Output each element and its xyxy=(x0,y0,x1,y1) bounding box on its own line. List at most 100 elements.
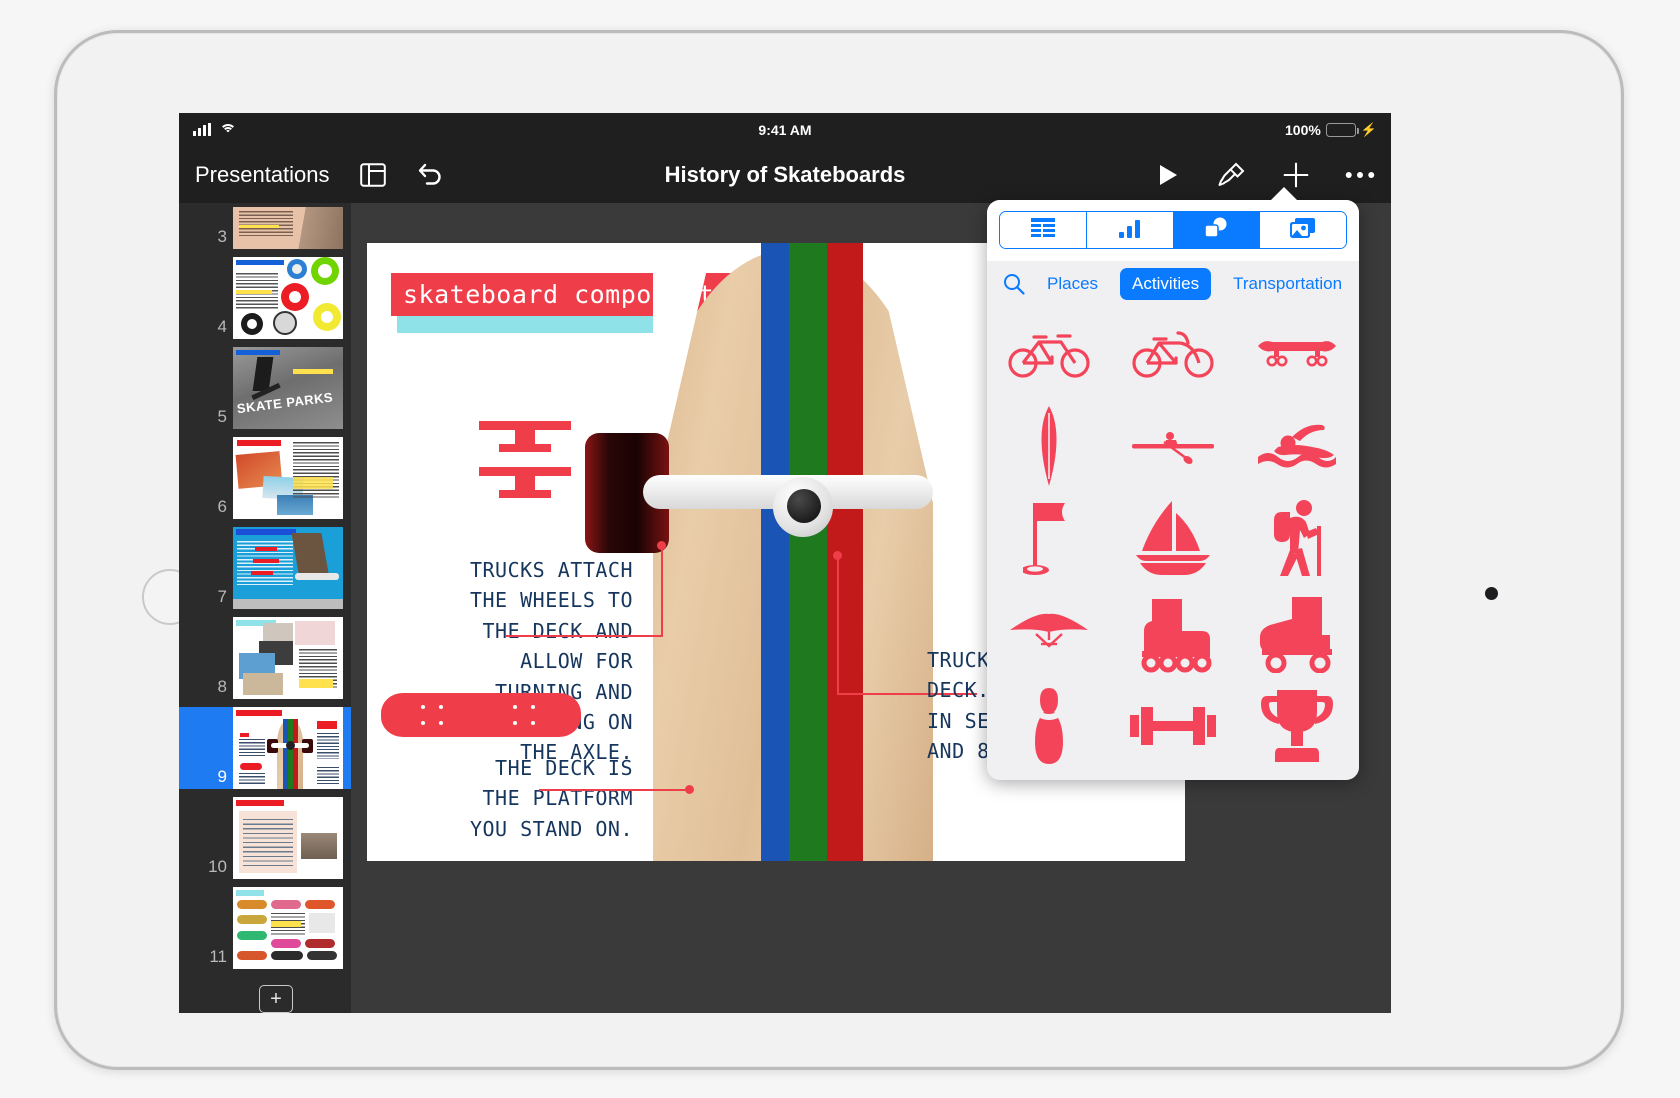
list-item[interactable]: 7 xyxy=(179,527,351,609)
callout-line-deck-h xyxy=(539,789,689,791)
slide-thumbnail[interactable] xyxy=(233,257,343,339)
roller-skate-icon xyxy=(1258,593,1336,678)
segment-media[interactable] xyxy=(1260,212,1346,248)
format-paintbrush-icon[interactable] xyxy=(1217,160,1247,190)
list-item[interactable]: 10 xyxy=(179,797,351,879)
shape-sailboat[interactable] xyxy=(1111,495,1235,588)
segment-table[interactable] xyxy=(1000,212,1087,248)
slide-number: 8 xyxy=(217,677,227,696)
bowling-pin-icon xyxy=(1029,686,1069,771)
slide-thumbnail[interactable] xyxy=(233,207,343,249)
category-transportation[interactable]: Transportation xyxy=(1221,268,1354,300)
ipad-screen: 9:41 AM 100% ⚡ Presentations History of … xyxy=(179,113,1391,1013)
shape-rowing-scull[interactable] xyxy=(1111,402,1235,495)
dumbbell-icon xyxy=(1130,703,1216,754)
deck-stripe-green xyxy=(789,243,827,861)
insert-type-segmented-control[interactable] xyxy=(999,211,1347,249)
slide-thumbnail[interactable] xyxy=(233,887,343,969)
callout-line-bolts-v xyxy=(837,555,839,695)
list-item[interactable]: 3 xyxy=(179,203,351,249)
slide-layout-icon[interactable] xyxy=(358,160,388,190)
slide-navigator[interactable]: 3 4 5 SKATE PARKS 6 7 8 9 10 11 + xyxy=(179,203,351,1013)
slide-thumbnail[interactable] xyxy=(233,527,343,609)
shape-bowling-pin[interactable] xyxy=(987,682,1111,775)
popover-arrow xyxy=(1269,187,1299,202)
shape-dumbbell[interactable] xyxy=(1111,682,1235,775)
undo-icon[interactable] xyxy=(416,160,446,190)
mini-deck-hole-8 xyxy=(531,721,535,725)
shape-city-bicycle[interactable] xyxy=(1111,309,1235,402)
surfboard-icon xyxy=(1032,405,1066,492)
slide-number: 6 xyxy=(217,497,227,516)
shape-inline-skate[interactable] xyxy=(1111,589,1235,682)
deck-stripe-red xyxy=(827,243,863,861)
callout-dot-truck xyxy=(657,541,666,550)
insert-popover[interactable]: Places Activities Transportation xyxy=(987,200,1359,780)
segment-chart[interactable] xyxy=(1086,212,1174,248)
category-places[interactable]: Places xyxy=(1035,268,1110,300)
deck-stripe-blue xyxy=(761,243,789,861)
deck-description[interactable]: THE DECK IS THE PLATFORM YOU STAND ON. xyxy=(403,753,633,844)
toolbar-left-group: Presentations xyxy=(195,160,446,190)
shape-skateboard[interactable] xyxy=(1235,309,1359,402)
truck-icon-graphic xyxy=(479,419,571,507)
back-to-presentations-button[interactable]: Presentations xyxy=(195,162,330,188)
list-item[interactable]: 4 xyxy=(179,257,351,339)
front-camera xyxy=(1485,587,1498,600)
list-item[interactable]: 6 xyxy=(179,437,351,519)
swimmer-icon xyxy=(1256,421,1338,476)
slide-number: 7 xyxy=(217,587,227,606)
table-icon xyxy=(1030,217,1055,243)
slide-thumbnail[interactable] xyxy=(233,707,343,789)
list-item[interactable]: 11 xyxy=(179,887,351,969)
status-bar-time: 9:41 AM xyxy=(758,121,812,138)
shape-trophy[interactable] xyxy=(1235,682,1359,775)
add-slide-button[interactable]: + xyxy=(259,985,293,1013)
slide-number: 4 xyxy=(217,317,227,336)
shape-road-bicycle[interactable] xyxy=(987,309,1111,402)
segment-shapes[interactable] xyxy=(1173,212,1261,248)
toolbar-right-group xyxy=(1153,160,1375,190)
shape-hang-glider[interactable] xyxy=(987,589,1111,682)
app-toolbar: Presentations History of Skateboards xyxy=(179,146,1391,203)
slide-number: 10 xyxy=(208,857,227,876)
mini-deck-hole-1 xyxy=(421,705,425,709)
list-item[interactable]: 5 SKATE PARKS xyxy=(179,347,351,429)
category-activities[interactable]: Activities xyxy=(1120,268,1212,300)
play-icon[interactable] xyxy=(1153,160,1183,190)
slide-thumbnail[interactable]: SKATE PARKS xyxy=(233,347,343,429)
battery-icon xyxy=(1325,122,1359,137)
shape-grid[interactable] xyxy=(987,309,1359,775)
shape-golf-flag[interactable] xyxy=(987,495,1111,588)
bar-chart-icon xyxy=(1118,218,1142,243)
shape-surfboard[interactable] xyxy=(987,402,1111,495)
slide-number: 3 xyxy=(217,227,227,246)
list-item[interactable]: 8 xyxy=(179,617,351,699)
skateboard-icon xyxy=(1254,334,1340,377)
slide-thumbnail[interactable] xyxy=(233,797,343,879)
slide-thumbnail[interactable] xyxy=(233,617,343,699)
popover-header xyxy=(987,200,1359,261)
shape-hiker[interactable] xyxy=(1235,495,1359,588)
rowing-scull-icon xyxy=(1130,420,1216,477)
inline-skate-icon xyxy=(1134,593,1212,678)
ellipsis-more-button[interactable] xyxy=(1345,160,1375,190)
mini-deck-hole-2 xyxy=(421,721,425,725)
callout-dot-bolts xyxy=(833,551,842,560)
list-item-selected[interactable]: 9 xyxy=(179,707,351,789)
search-icon[interactable] xyxy=(1001,273,1025,295)
mini-deck-hole-5 xyxy=(513,705,517,709)
road-bicycle-icon xyxy=(1008,327,1090,384)
shape-swimmer[interactable] xyxy=(1235,402,1359,495)
skateboard-photo[interactable] xyxy=(585,243,933,861)
callout-line-truck-h xyxy=(505,635,663,637)
callout-line-truck-v xyxy=(661,545,663,637)
add-insert-button[interactable] xyxy=(1281,160,1311,190)
slide-number: 11 xyxy=(209,947,227,966)
mini-deck-hole-7 xyxy=(531,705,535,709)
slide-thumbnail[interactable] xyxy=(233,437,343,519)
media-photo-icon xyxy=(1290,217,1316,244)
shape-roller-skate[interactable] xyxy=(1235,589,1359,682)
shape-category-bar[interactable]: Places Activities Transportation xyxy=(987,261,1359,309)
hang-glider-icon xyxy=(1008,612,1090,659)
